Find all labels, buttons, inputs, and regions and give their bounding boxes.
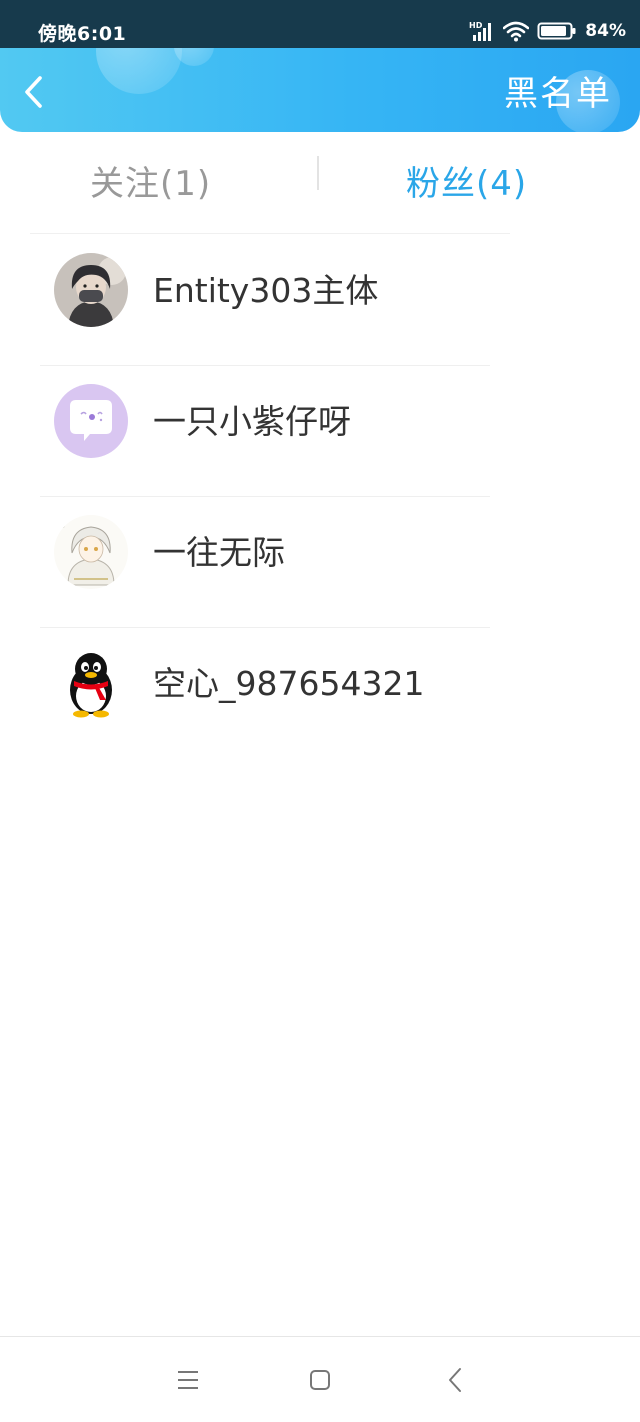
- qq-penguin-avatar: [54, 646, 128, 720]
- blacklist-screen: 傍晚6:01 HD 84% 黑名单 关注(1) 粉丝(4) Entity303主…: [0, 0, 640, 1422]
- menu-icon: [178, 1371, 198, 1389]
- tab-following[interactable]: 关注(1): [90, 162, 211, 206]
- home-button[interactable]: [305, 1365, 335, 1395]
- system-nav-bar: [0, 1336, 640, 1422]
- wifi-icon: [503, 20, 530, 42]
- svg-text:~: ~: [60, 524, 65, 531]
- back-triangle-icon: [449, 1368, 461, 1392]
- user-name[interactable]: 一只小紫仔呀: [153, 401, 351, 443]
- title-bar: 黑名单: [0, 48, 640, 132]
- page-title: 黑名单: [504, 74, 612, 114]
- network-label: HD: [469, 21, 483, 30]
- status-icons: HD 84%: [469, 17, 626, 45]
- battery-icon: [537, 20, 577, 42]
- status-time: 傍晚6:01: [38, 23, 127, 45]
- avatar[interactable]: [54, 646, 128, 720]
- signal-icon: HD: [469, 20, 495, 42]
- purple-chat-bubble-avatar: [54, 384, 128, 458]
- user-name[interactable]: 一往无际: [153, 532, 285, 574]
- battery-percent: 84%: [585, 21, 626, 41]
- tab-fans[interactable]: 粉丝(4): [406, 162, 527, 206]
- tab-bar: 关注(1) 粉丝(4): [0, 132, 640, 234]
- avatar[interactable]: [54, 253, 128, 327]
- list-item[interactable]: 空心_987654321: [0, 628, 640, 759]
- back-button[interactable]: [14, 72, 54, 112]
- user-list: Entity303主体 一只小紫仔呀 ~ 一往无际 空心_987654321: [0, 235, 640, 759]
- user-name[interactable]: Entity303主体: [153, 270, 378, 312]
- list-item[interactable]: 一只小紫仔呀: [0, 366, 640, 497]
- chevron-left-icon: [25, 76, 42, 108]
- sketch-anime-avatar: ~: [54, 515, 128, 589]
- system-back-button[interactable]: [440, 1365, 470, 1395]
- dark-anime-avatar: [54, 253, 128, 327]
- user-name[interactable]: 空心_987654321: [153, 663, 424, 705]
- tab-bar-divider: [30, 233, 510, 234]
- decorative-bubble: [96, 48, 182, 94]
- home-square-icon: [310, 1370, 330, 1390]
- list-item[interactable]: ~ 一往无际: [0, 497, 640, 628]
- tab-divider: [317, 156, 319, 190]
- recents-button[interactable]: [173, 1365, 203, 1395]
- avatar[interactable]: ~: [54, 515, 128, 589]
- list-item[interactable]: Entity303主体: [0, 235, 640, 366]
- avatar[interactable]: [54, 384, 128, 458]
